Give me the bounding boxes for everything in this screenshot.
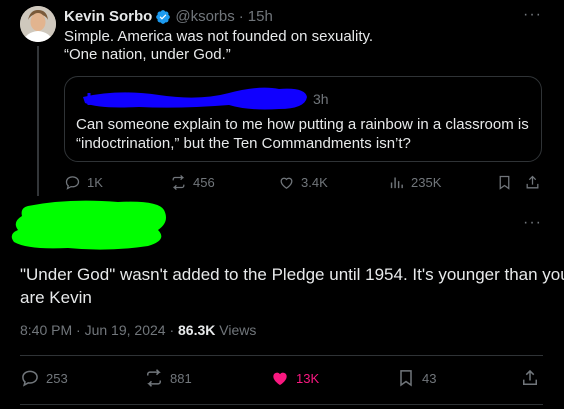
like-icon bbox=[280, 177, 293, 189]
reply-actions-bar: 253 881 13K 43 bbox=[20, 368, 545, 390]
bookmark-count: 43 bbox=[422, 370, 437, 386]
share-button[interactable] bbox=[520, 368, 546, 388]
views-button[interactable]: 235K bbox=[388, 174, 441, 191]
reply-date[interactable]: Jun 19, 2024 bbox=[85, 322, 166, 338]
like-icon bbox=[273, 372, 287, 386]
divider bbox=[20, 404, 543, 405]
views-label: Views bbox=[215, 322, 257, 338]
repost-count: 881 bbox=[170, 370, 192, 386]
tweet-text-line: Simple. America was not founded on sexua… bbox=[64, 28, 374, 45]
views-icon bbox=[390, 177, 403, 189]
tweet-text: Simple. America was not founded on sexua… bbox=[64, 28, 534, 64]
bookmark-button[interactable]: 43 bbox=[396, 368, 436, 388]
reply-text-line: "Under God" wasn't added to the Pledge u… bbox=[20, 265, 564, 284]
repost-icon bbox=[172, 174, 185, 191]
repost-count: 456 bbox=[193, 175, 215, 190]
more-options-icon[interactable]: ··· bbox=[523, 214, 542, 232]
views-count: 235K bbox=[411, 175, 442, 190]
author-name[interactable]: Kevin Sorbo bbox=[64, 8, 152, 25]
reply-metadata: 8:40 PM · Jun 19, 2024 · 86.3K Views bbox=[20, 322, 256, 338]
reply-count: 253 bbox=[46, 370, 68, 386]
separator-dot: · bbox=[72, 322, 85, 338]
like-button[interactable]: 13K bbox=[270, 368, 319, 388]
bookmark-icon bbox=[499, 175, 510, 190]
share-button[interactable] bbox=[524, 174, 547, 191]
quoted-text-line: Can someone explain to me how putting a … bbox=[76, 116, 529, 133]
reply-icon bbox=[22, 370, 38, 387]
quoted-tweet-text: Can someone explain to me how putting a … bbox=[76, 115, 536, 153]
more-options-icon[interactable]: ··· bbox=[523, 6, 542, 24]
author-avatar[interactable] bbox=[20, 6, 56, 42]
share-icon bbox=[523, 369, 537, 385]
quoted-tweet-time: 3h bbox=[313, 91, 329, 107]
redaction-scribble bbox=[83, 87, 307, 110]
bookmark-icon bbox=[400, 370, 412, 387]
like-button[interactable]: 3.4K bbox=[278, 174, 328, 191]
reply-text-line: are Kevin bbox=[20, 288, 92, 307]
repost-button[interactable]: 456 bbox=[170, 174, 215, 191]
separator-dot: · bbox=[165, 322, 179, 338]
thread-connector-line bbox=[37, 46, 39, 196]
divider bbox=[20, 355, 543, 356]
tweet-header: Kevin Sorbo @ksorbs · 15h bbox=[64, 8, 273, 25]
reply-button[interactable]: 253 bbox=[20, 368, 68, 388]
reply-count: 1K bbox=[87, 175, 103, 190]
tweet-actions-bar: 1K 456 3.4K 235K bbox=[64, 174, 544, 194]
reply-icon bbox=[65, 176, 80, 190]
quoted-tweet[interactable]: 3h Can someone explain to me how putting… bbox=[64, 76, 542, 162]
repost-button[interactable]: 881 bbox=[144, 368, 192, 388]
like-count: 13K bbox=[296, 370, 320, 386]
quoted-text-line: “indoctrination,” but the Ten Commandmen… bbox=[76, 135, 411, 152]
reply-button[interactable]: 1K bbox=[64, 174, 103, 191]
tweet-text-line: “One nation, under God.” bbox=[64, 46, 231, 63]
bookmark-button[interactable] bbox=[496, 174, 519, 191]
like-count: 3.4K bbox=[301, 175, 328, 190]
author-handle[interactable]: @ksorbs bbox=[175, 8, 234, 25]
repost-icon bbox=[147, 369, 161, 387]
reply-time[interactable]: 8:40 PM bbox=[20, 322, 72, 338]
share-icon bbox=[526, 175, 539, 189]
tweet-time[interactable]: 15h bbox=[248, 8, 273, 25]
redaction-scribble bbox=[11, 200, 166, 250]
views-count[interactable]: 86.3K bbox=[178, 322, 215, 338]
verified-badge-icon bbox=[156, 9, 171, 24]
reply-text: "Under God" wasn't added to the Pledge u… bbox=[20, 263, 564, 309]
original-tweet[interactable]: Kevin Sorbo @ksorbs · 15h ··· Simple. Am… bbox=[0, 0, 564, 200]
separator-dot: · bbox=[238, 8, 244, 25]
